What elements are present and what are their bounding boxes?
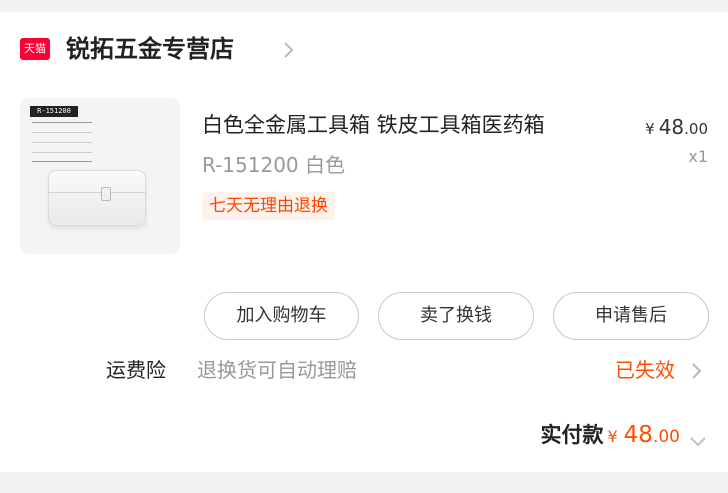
product-price: ¥48.00: [645, 112, 708, 144]
product-quantity: x1: [688, 147, 708, 166]
price-decimal: .00: [684, 120, 708, 138]
return-policy-badge: 七天无理由退换: [202, 192, 335, 220]
product-sku: R-151200 白色: [202, 153, 346, 177]
chevron-down-icon[interactable]: [688, 435, 708, 449]
after-sales-button[interactable]: 申请售后: [553, 292, 709, 340]
shipping-insurance-status[interactable]: 已失效: [615, 355, 675, 385]
tmall-logo-icon: 天猫: [20, 38, 50, 60]
total-integer: 48: [623, 422, 653, 448]
total-decimal: .00: [652, 427, 680, 447]
resell-button[interactable]: 卖了换钱: [378, 292, 534, 340]
chevron-right-icon[interactable]: [280, 40, 298, 60]
product-image-tag: R-151200: [30, 106, 78, 117]
shipping-insurance-description: 退换货可自动理赔: [197, 358, 357, 382]
price-integer: 48: [658, 115, 685, 139]
order-card: 天猫 锐拓五金专营店 R-151200 白色全金属工具箱 铁皮工具箱医药箱 R-…: [0, 12, 728, 472]
total-paid: 实付款 ¥48.00: [540, 418, 680, 454]
product-image[interactable]: R-151200: [20, 98, 180, 254]
add-to-cart-button[interactable]: 加入购物车: [204, 292, 359, 340]
toolbox-graphic: [48, 170, 146, 226]
store-header[interactable]: 天猫 锐拓五金专营店: [0, 12, 728, 88]
store-name[interactable]: 锐拓五金专营店: [66, 32, 234, 66]
chevron-right-icon[interactable]: [690, 361, 704, 381]
price-currency: ¥: [645, 120, 655, 138]
product-title[interactable]: 白色全金属工具箱 铁皮工具箱医药箱: [202, 110, 545, 140]
total-label: 实付款: [540, 423, 604, 447]
shipping-insurance-label: 运费险: [106, 358, 166, 382]
total-amount: ¥48.00: [607, 422, 680, 448]
total-currency: ¥: [607, 427, 618, 446]
product-spec-table-graphic: [32, 122, 92, 162]
